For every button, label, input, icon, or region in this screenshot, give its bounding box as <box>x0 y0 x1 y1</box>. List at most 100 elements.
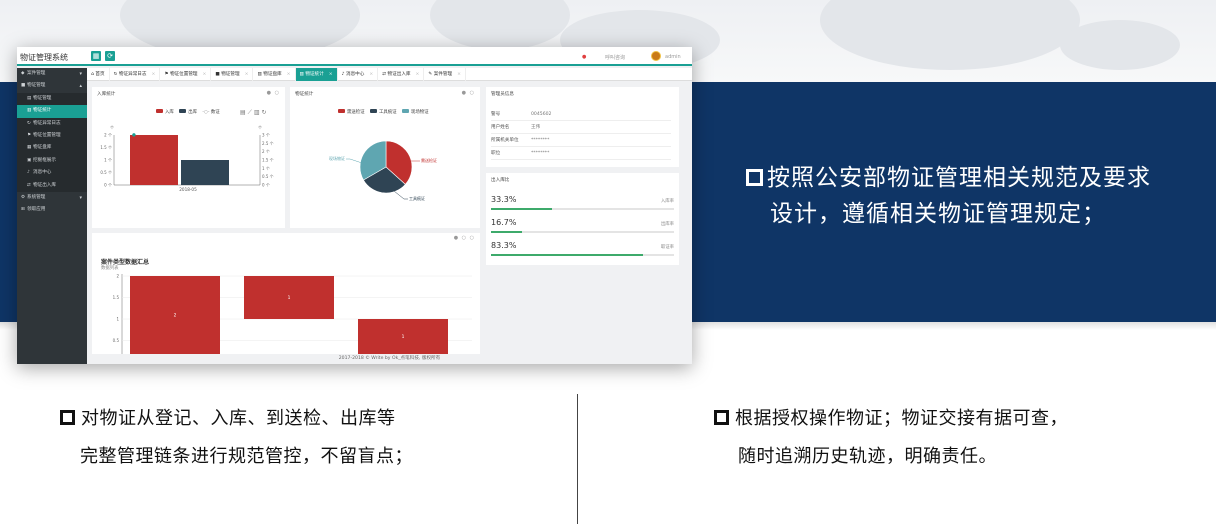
progress-fill <box>491 208 552 210</box>
square-bullet-icon <box>746 169 763 186</box>
close-icon[interactable]: × <box>369 72 373 77</box>
bar-入库 <box>130 135 178 185</box>
sidebar-item[interactable]: ■ 物证管理 ▴ <box>17 80 87 93</box>
point-bottom-right: 根据授权操作物证；物证交接有据可查， 随时追溯历史轨迹，明确责任。 <box>714 400 1068 476</box>
y-tick-label: 2 <box>116 274 119 279</box>
tab-label: 首页 <box>95 72 105 77</box>
square-bullet-icon <box>60 410 75 425</box>
point-line: 根据授权操作物证；物证交接有据可查， <box>735 408 1068 429</box>
square-bullet-icon <box>714 410 729 425</box>
bar-value-label: 2 <box>174 313 177 319</box>
sidebar-item[interactable]: ⇄ 物证出入库 <box>17 179 87 192</box>
close-icon[interactable]: × <box>151 72 155 77</box>
sidebar-item-label: 物证位置管理 <box>33 132 61 138</box>
tab[interactable]: ✎ 案件管理 × <box>424 68 466 81</box>
point-line: 对物证从登记、入库、到送检、出库等 <box>81 408 396 429</box>
y-tick-label: 0.5 个 <box>100 170 112 175</box>
point-line: 完整管理链条进行规范管控，不留盲点； <box>80 446 413 467</box>
ratio-percent: 83.3% <box>491 241 517 250</box>
pie-chart: 现场物证 需送检证工具痕证 <box>329 140 437 201</box>
sidebar-item[interactable]: ♪ 消息中心 <box>17 167 87 180</box>
tab[interactable]: ⇄ 物证出入库 × <box>378 68 425 81</box>
bar-value-label: 1 <box>288 295 291 301</box>
panel-title: 管理员信息 <box>491 92 514 97</box>
y-tick-label: 0 个 <box>104 183 112 188</box>
sidebar-item[interactable]: ▣ 挖掘框展示 <box>17 154 87 168</box>
sidebar-item[interactable]: ⊞ 领取应用 <box>17 204 87 217</box>
tab-label: 案件管理 <box>433 72 453 77</box>
sidebar-item[interactable]: ▥ 物证统计 <box>17 105 87 118</box>
sidebar-item-label: 物证异常日志 <box>33 120 61 126</box>
progress-track <box>491 254 674 256</box>
tab-label: 物证管理 <box>221 72 240 77</box>
sidebar-item-label: 物证管理 <box>33 95 52 101</box>
chevron-icon: ▾ <box>79 194 82 201</box>
tab[interactable]: ▥ 物证统计 × <box>295 68 338 81</box>
bar-value-label: 1 <box>402 334 405 340</box>
point-line: 按照公安部物证管理相关规范及要求 <box>767 165 1151 191</box>
tab[interactable]: ⚑ 物证位置管理 × <box>160 68 212 81</box>
y2-axis-unit: 个 <box>258 125 262 130</box>
y2-tick-label: 0.5 个 <box>262 174 274 179</box>
tab-label: 物证出入库 <box>387 72 411 77</box>
tab[interactable]: ⌂ 首页 <box>87 68 110 81</box>
y-tick-label: 0.5 <box>113 338 120 343</box>
avatar[interactable] <box>651 51 661 61</box>
panel-inout-stats: 入库统计 ● ○ 入库 出库 -○- 数证 ▤⟋▥↻ 个个0 个 0.5 个1 个… <box>92 87 285 228</box>
tab[interactable]: ■ 物证管理 × <box>211 68 254 81</box>
sidebar-item[interactable]: ◆ 案件管理 ▾ <box>17 68 87 81</box>
progress-track <box>491 231 674 233</box>
tab[interactable]: ▥ 物证盘库 × <box>253 68 296 81</box>
close-icon[interactable]: × <box>245 72 249 77</box>
sidebar-item-label: 物证盘库 <box>33 145 52 151</box>
point-line: 随时追溯历史轨迹，明确责任。 <box>738 446 997 467</box>
panel-evidence-pie: 物证统计 ● ○ 需送检证 工具痕证 现场物证 现场物证 需送检证 工具痕证 <box>290 87 480 228</box>
progress-fill <box>491 231 522 233</box>
close-icon[interactable]: × <box>416 72 420 77</box>
y2-tick-label: 2.5 个 <box>262 141 274 146</box>
grid-icon[interactable]: ▦ <box>91 51 101 61</box>
sidebar-item[interactable]: ↻ 物证异常日志 <box>17 117 87 130</box>
close-icon[interactable]: × <box>203 72 207 77</box>
sidebar-item-label: 案件管理 <box>27 71 46 76</box>
pie-label: 需送检证 <box>421 157 437 163</box>
app-topbar: 物证管理系统 ▦ ⟳ ● 呼叫咨询 admin <box>17 47 692 66</box>
pie-label: 现场物证 <box>329 155 345 161</box>
notice-link[interactable]: 呼叫咨询 <box>605 54 625 61</box>
refresh-icon[interactable]: ⟳ <box>105 51 115 61</box>
x-tick-label: 2018-05 <box>179 187 197 192</box>
sidebar-item[interactable]: ⚑ 物证位置管理 <box>17 129 87 143</box>
y-tick-label: 1 <box>116 317 119 322</box>
sidebar-item-label: 领取应用 <box>27 207 46 213</box>
ratio-label: 入库率 <box>660 199 674 204</box>
progress-fill <box>491 254 644 256</box>
close-icon[interactable]: × <box>287 72 291 77</box>
y2-tick-label: 1 个 <box>262 166 270 171</box>
y2-tick-label: 1.5 个 <box>262 158 274 163</box>
y-axis-unit: 个 <box>110 125 114 130</box>
close-icon[interactable]: × <box>329 72 333 77</box>
pie-label: 工具痕证 <box>409 195 425 201</box>
progress-track <box>491 208 674 210</box>
sidebar-item[interactable]: ▦ 物证盘库 <box>17 142 87 155</box>
pie-leader-line <box>346 158 363 164</box>
panel-inout-ratio: 出入库比 33.3% 入库率 16.7% 出库率 83.3% 取证率 <box>486 173 679 265</box>
tab[interactable]: ♪ 消息中心 × <box>338 68 379 81</box>
sidebar-item[interactable]: ▤ 物证管理 <box>17 92 87 106</box>
close-icon[interactable]: × <box>457 72 461 77</box>
sidebar-item-label: 物证出入库 <box>33 182 56 188</box>
tab-label: 物证位置管理 <box>169 72 198 77</box>
y-tick-label: 2 个 <box>104 133 112 138</box>
sidebar: ◆ 案件管理 ▾ ■ 物证管理 ▴ ▤ 物证管理 ▥ 物证统计 ↻ 物证异常日志 ⚑ 物证位置管理 ▦ 物证盘… <box>17 68 87 364</box>
panel-admin-info: 管理员信息 警号 0045602 用户姓名 王伟 所属机关单位 ******** 职位… <box>486 87 679 167</box>
tab[interactable]: ↻ 物证异常日志 × <box>110 68 161 81</box>
chevron-icon: ▾ <box>79 71 82 77</box>
ratio-item: 83.3% 取证率 <box>491 241 674 256</box>
tab-label: 消息中心 <box>345 72 365 77</box>
username[interactable]: admin <box>665 54 681 60</box>
slide: 按照公安部物证管理相关规范及要求 设计，遵循相关物证管理规定； 对物证从登记、入… <box>0 0 1216 524</box>
point-right-top: 按照公安部物证管理相关规范及要求 设计，遵循相关物证管理规定； <box>746 160 1151 232</box>
alert-icon[interactable]: ● <box>582 54 586 60</box>
sidebar-item[interactable]: ⚙ 系统管理 ▾ <box>17 191 87 205</box>
point-bottom-left: 对物证从登记、入库、到送检、出库等 完整管理链条进行规范管控，不留盲点； <box>60 400 413 476</box>
